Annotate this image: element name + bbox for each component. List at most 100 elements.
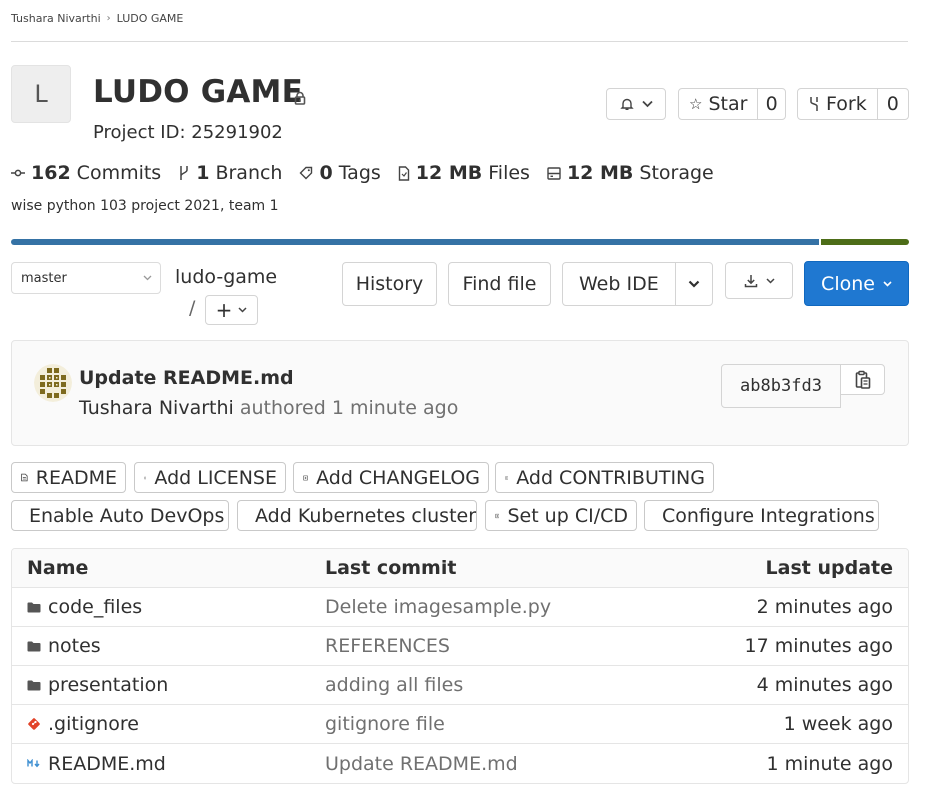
file-name[interactable]: code_files [48,596,142,618]
project-id: Project ID: 25291902 [93,122,283,143]
branch-label: Branch [215,162,283,184]
download-dropdown[interactable] [725,262,793,299]
file-text-icon [21,473,28,482]
folder-icon [27,641,41,651]
plus-square-icon [303,475,308,480]
file-name[interactable]: presentation [48,674,168,696]
file-name[interactable]: notes [48,635,101,657]
commit-icon [11,169,25,177]
add-changelog-button[interactable]: Add CHANGELOG [293,462,489,493]
plus-icon: + [215,298,233,322]
storage-stat[interactable]: 12 MB Storage [547,162,714,184]
table-row[interactable]: notes REFERENCES 17 minutes ago [12,627,908,666]
chevron-right-icon: › [106,13,111,24]
table-row[interactable]: presentation adding all files 4 minutes … [12,666,908,705]
configure-integrations-button[interactable]: Configure Integrations [644,500,879,531]
git-icon [28,718,40,730]
last-commit-title[interactable]: Update README.md [79,367,294,389]
folder-icon [27,602,41,612]
enable-auto-devops-button[interactable]: Enable Auto DevOps [11,500,229,531]
web-ide-button[interactable]: Web IDE [563,263,676,305]
clone-label: Clone [821,272,875,295]
row-last-update: 17 minutes ago [744,635,894,657]
repo-path-root[interactable]: ludo-game [175,266,277,288]
setup-ci-cd-button[interactable]: Set up CI/CD [485,500,637,531]
download-icon [744,274,757,287]
plus-square-icon [495,513,500,518]
row-commit-message[interactable]: gitignore file [325,705,445,743]
breadcrumb-owner[interactable]: Tushara Nivarthi [11,12,101,25]
add-license-button[interactable]: Add LICENSE [134,462,286,493]
add-file-dropdown[interactable]: + [205,295,258,325]
author-avatar[interactable] [34,364,72,402]
clipboard-icon [855,370,870,389]
file-name[interactable]: .gitignore [48,713,139,735]
branch-name: master [21,270,67,286]
tags-count: 0 [319,162,333,184]
add-kubernetes-cluster-button[interactable]: Add Kubernetes cluster [237,500,477,531]
row-commit-message[interactable]: Update README.md [325,744,518,783]
notification-dropdown[interactable] [606,88,666,120]
language-segment-python[interactable] [11,239,819,245]
commit-time: authored 1 minute ago [239,397,459,419]
row-last-update: 2 minutes ago [756,596,893,618]
fork-button[interactable]: Fork 0 [797,88,909,120]
lock-icon [294,91,306,105]
table-row[interactable]: code_files Delete imagesample.py 2 minut… [12,588,908,627]
file-tree-table: Name Last commit Last update code_files … [11,548,909,784]
chevron-down-icon [688,280,700,288]
star-label: Star [708,93,748,115]
branch-icon [180,166,188,180]
tags-stat[interactable]: 0 Tags [299,162,381,184]
row-last-update: 1 week ago [783,713,893,735]
breadcrumb-project[interactable]: LUDO GAME [117,12,184,25]
readme-label: README [35,466,117,489]
branch-selector[interactable]: master [11,262,161,294]
web-ide-button-group[interactable]: Web IDE [562,262,713,306]
commit-author[interactable]: Tushara Nivarthi [79,397,234,419]
star-count[interactable]: 0 [758,89,785,119]
clone-dropdown[interactable]: Clone [804,261,909,306]
path-separator: / [189,297,196,319]
commits-stat[interactable]: 162 Commits [11,162,161,184]
copy-sha-button[interactable] [840,364,885,395]
enable-auto-devops-label: Enable Auto DevOps [29,504,225,527]
storage-label: Storage [639,162,714,184]
row-commit-message[interactable]: adding all files [325,666,463,704]
header-name: Name [27,557,89,579]
project-description: wise python 103 project 2021, team 1 [11,198,279,214]
repository-languages-bar [11,239,909,245]
star-icon: ☆ [689,95,703,113]
header-last-update: Last update [765,557,893,579]
configure-integrations-label: Configure Integrations [662,504,875,527]
chevron-down-icon [883,280,892,287]
breadcrumb: Tushara Nivarthi › LUDO GAME [11,12,183,25]
web-ide-dropdown-toggle[interactable] [676,263,712,305]
files-size: 12 MB [415,162,483,184]
row-commit-message[interactable]: Delete imagesample.py [325,588,551,626]
commit-sha[interactable]: ab8b3fd3 [721,364,841,408]
table-row[interactable]: README.md Update README.md 1 minute ago [12,744,908,783]
add-contributing-button[interactable]: Add CONTRIBUTING [495,462,714,493]
setup-ci-cd-label: Set up CI/CD [507,504,628,527]
markdown-icon [27,759,40,768]
fork-count[interactable]: 0 [878,89,908,119]
files-stat[interactable]: 12 MB Files [398,162,530,184]
fork-label: Fork [826,93,867,115]
tags-label: Tags [338,162,381,184]
branch-stat[interactable]: 1 Branch [178,162,282,184]
history-button[interactable]: History [342,262,437,306]
chevron-down-icon [238,307,247,313]
add-license-label: Add LICENSE [154,466,277,489]
table-row[interactable]: .gitignore gitignore file 1 week ago [12,705,908,744]
star-button[interactable]: ☆ Star 0 [678,88,786,120]
readme-button[interactable]: README [11,462,126,493]
fork-icon [810,97,818,111]
folder-icon [27,680,41,690]
file-icon [398,165,409,181]
row-last-update: 1 minute ago [766,752,893,775]
row-commit-message[interactable]: REFERENCES [325,627,450,665]
language-segment-other[interactable] [821,239,909,245]
find-file-button[interactable]: Find file [448,262,551,306]
file-name[interactable]: README.md [48,753,166,775]
